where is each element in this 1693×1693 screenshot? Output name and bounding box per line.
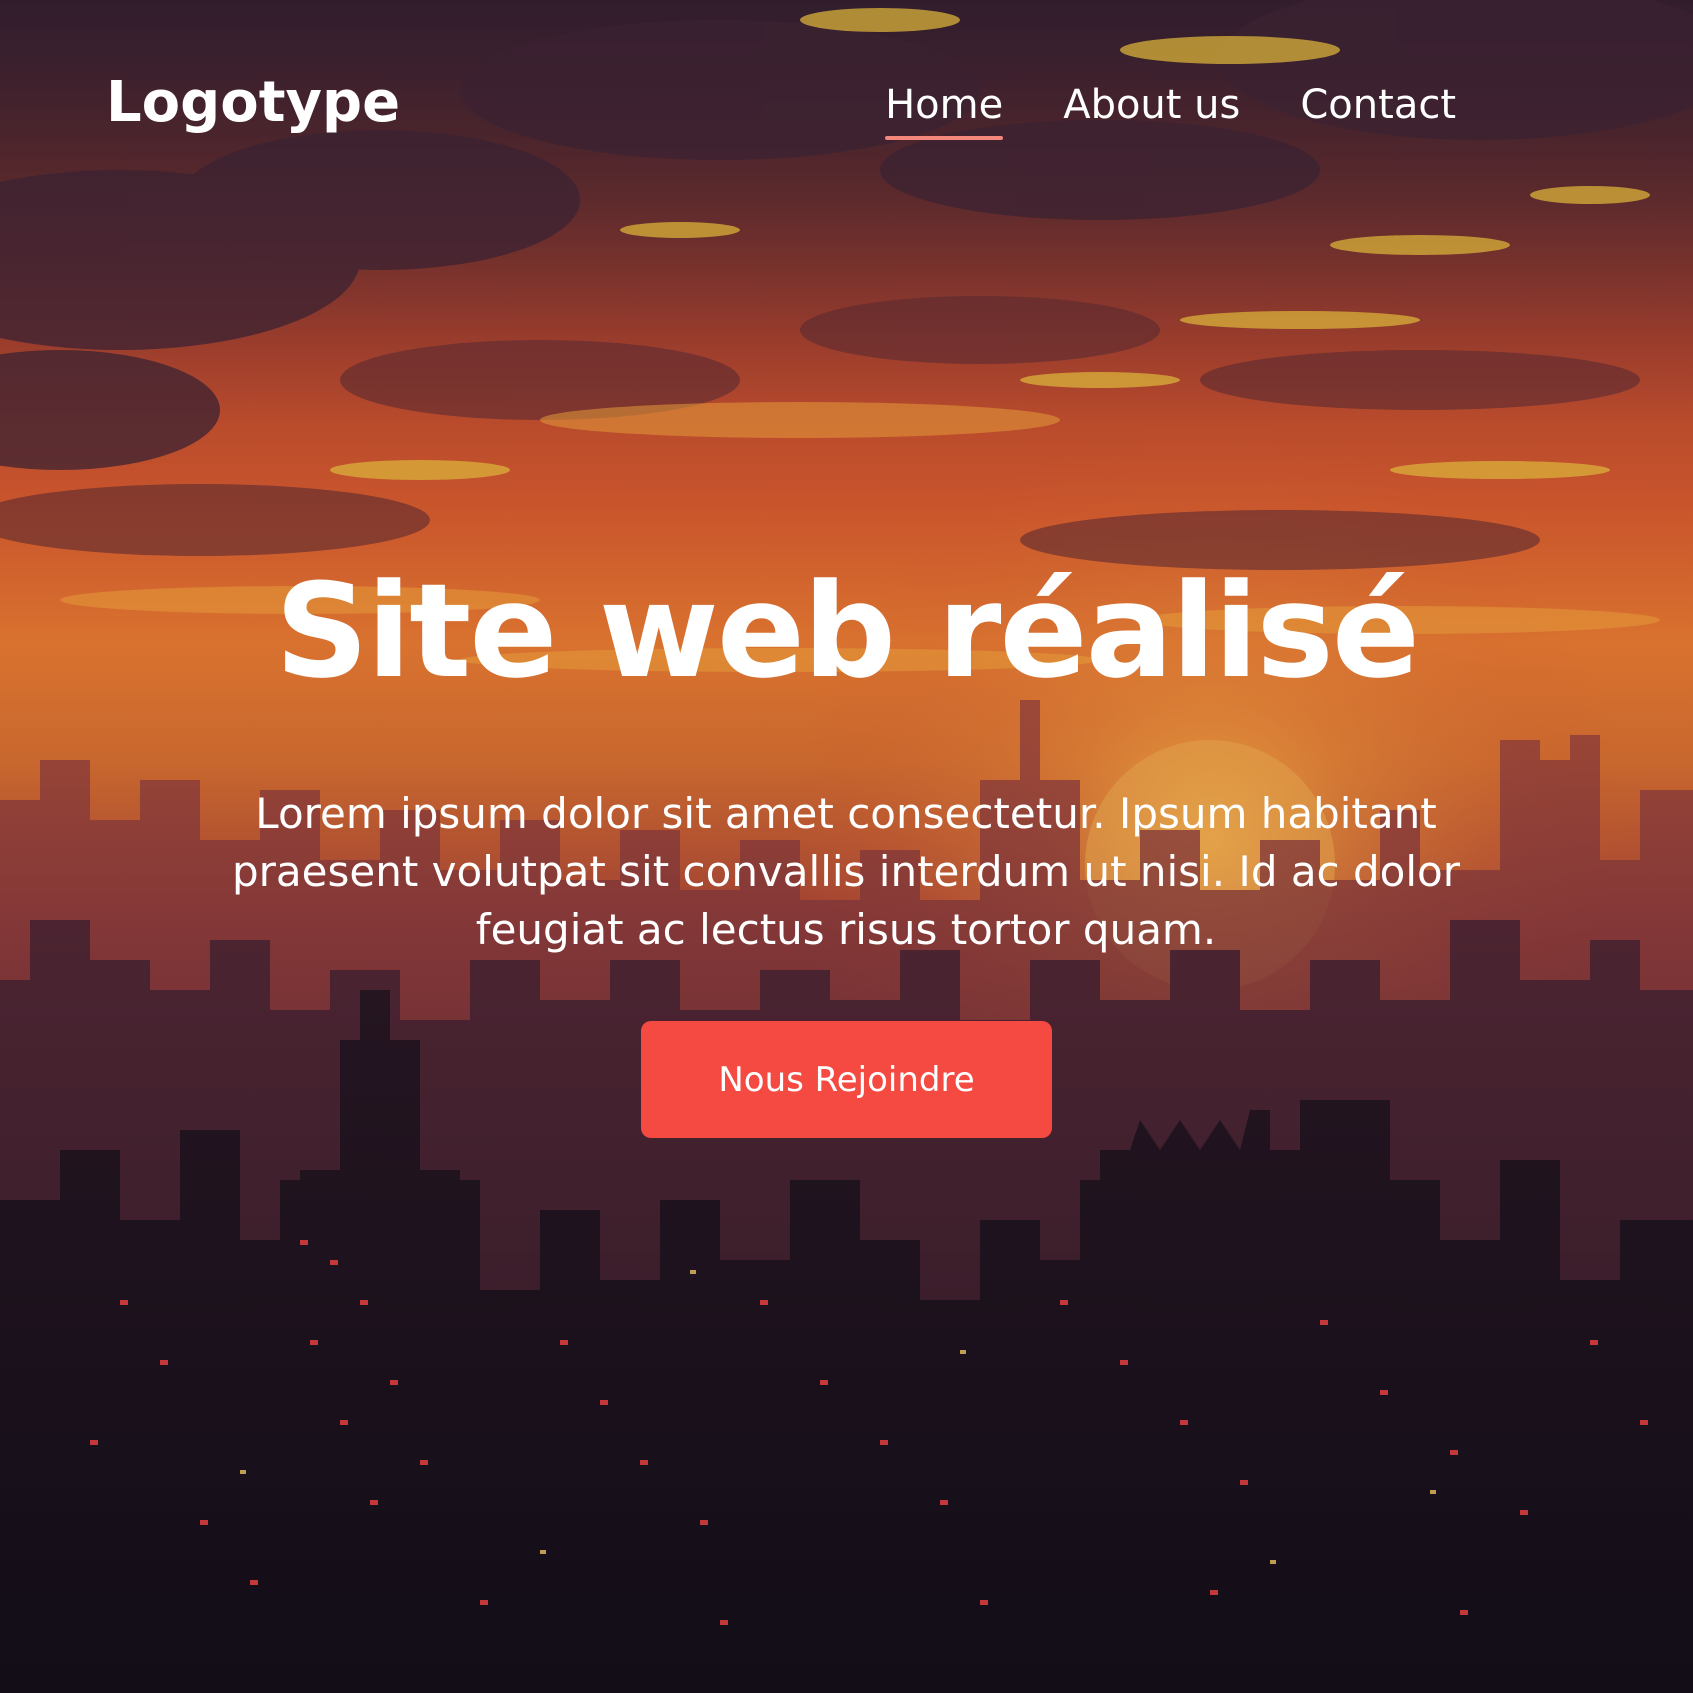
hero-description: Lorem ipsum dolor sit amet consectetur. … [231,789,1460,954]
hero-section: Logotype Home About us Contact Site web … [0,0,1693,1693]
logotype[interactable]: Logotype [106,70,400,135]
join-button[interactable]: Nous Rejoindre [641,1021,1052,1138]
site-header: Logotype Home About us Contact [0,0,1693,200]
nav-item-home[interactable]: Home [885,82,1004,140]
nav-item-about-us[interactable]: About us [1063,82,1240,136]
hero-title: Site web réalisé [274,555,1420,707]
nav-item-contact[interactable]: Contact [1300,82,1456,136]
main-nav: Home About us Contact [885,82,1456,140]
